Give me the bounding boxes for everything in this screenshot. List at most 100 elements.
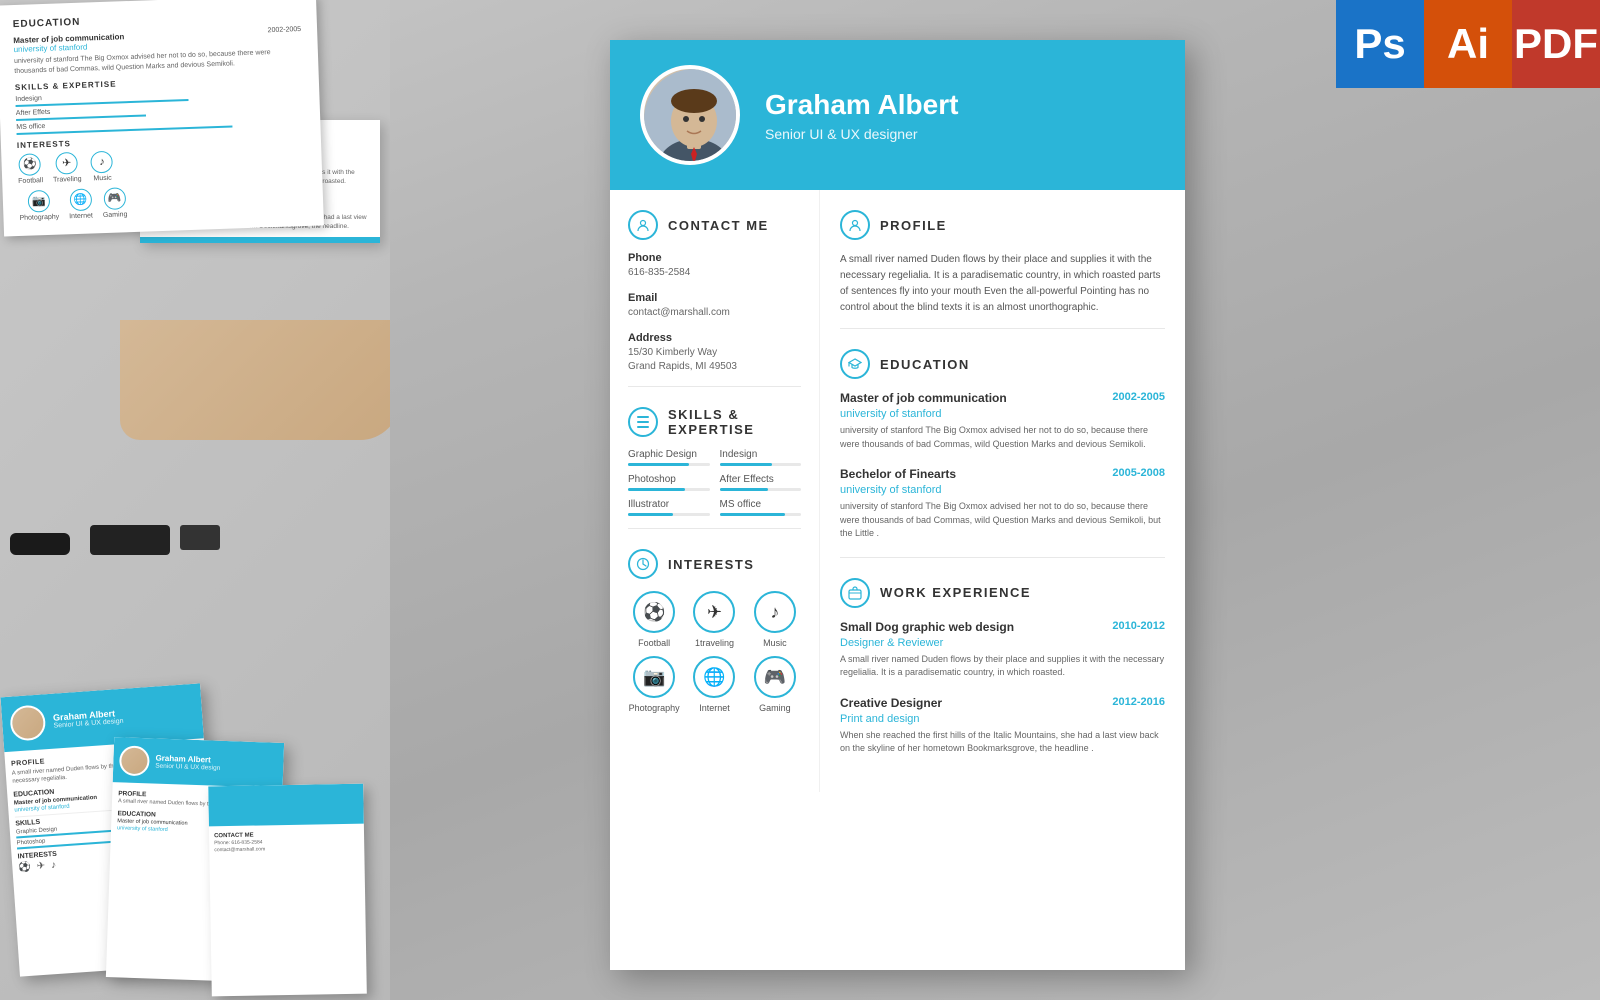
left-preview-area: EDUCATION Master of job communication 20… bbox=[0, 0, 390, 1000]
profile-icon bbox=[840, 210, 870, 240]
phone-value: 616-835-2584 bbox=[628, 266, 801, 280]
gaming-icon: 🎮 bbox=[103, 187, 126, 210]
address-line1: 15/30 Kimberly Way bbox=[628, 346, 801, 360]
work-1-desc: A small river named Duden flows by their… bbox=[840, 653, 1165, 680]
edu-1-degree: Master of job communication bbox=[840, 391, 1007, 405]
photography-icon: 📷 bbox=[633, 656, 675, 698]
desk-object-black bbox=[90, 525, 170, 555]
edu-1-year: 2002-2005 bbox=[1112, 391, 1165, 403]
profile-text: A small river named Duden flows by their… bbox=[840, 252, 1165, 316]
internet-icon: 🌐 bbox=[69, 188, 92, 211]
mini3-email: contact@marshall.com bbox=[214, 845, 359, 854]
edu-item-2: Bechelor of Finearts 2005-2008 universit… bbox=[840, 467, 1165, 541]
traveling-label: Traveling bbox=[53, 175, 82, 183]
interest-photography: 📷 Photography bbox=[19, 189, 60, 221]
mini-card-2-header: Graham Albert Senior UI & UX design bbox=[113, 737, 284, 788]
skill-il-fill bbox=[628, 513, 673, 516]
photography-label: Photography bbox=[629, 703, 680, 713]
work-section-header: WORK EXPERIENCE bbox=[840, 578, 1165, 608]
skill-id-fill bbox=[720, 463, 773, 466]
email-value: contact@marshall.com bbox=[628, 306, 801, 320]
interest-gaming: 🎮 Gaming bbox=[749, 656, 801, 713]
work-2-company: Print and design bbox=[840, 713, 1165, 725]
resume-name: Graham Albert bbox=[765, 89, 958, 121]
right-column: PROFILE A small river named Duden flows … bbox=[820, 190, 1185, 792]
contact-section-header: CONTACT ME bbox=[628, 210, 801, 240]
separator-2 bbox=[628, 528, 801, 529]
mini-int-3: ♪ bbox=[51, 860, 57, 871]
skill-illustrator: Illustrator bbox=[628, 499, 710, 516]
resume-body: CONTACT ME Phone 616-835-2584 Email cont… bbox=[610, 190, 1185, 792]
address-item: Address 15/30 Kimberly Way Grand Rapids,… bbox=[628, 332, 801, 374]
left-column: CONTACT ME Phone 616-835-2584 Email cont… bbox=[610, 190, 820, 792]
skill-row-2: Photoshop After Effects bbox=[628, 474, 801, 491]
work-item-2: Creative Designer 2012-2016 Print and de… bbox=[840, 696, 1165, 756]
work-2-title: Creative Designer bbox=[840, 696, 942, 710]
music-label: Music bbox=[763, 638, 787, 648]
skill-il-bg bbox=[628, 513, 710, 516]
internet-label: Internet bbox=[699, 703, 730, 713]
interest-internet: 🌐 Internet bbox=[688, 656, 740, 713]
work-title: WORK EXPERIENCE bbox=[880, 585, 1031, 600]
interest-traveling: ✈ Traveling bbox=[52, 151, 82, 183]
separator-3 bbox=[840, 328, 1165, 329]
skill-ae-bg bbox=[720, 488, 802, 491]
gaming-label: Gaming bbox=[103, 211, 128, 219]
mini-name-area-2: Graham Albert Senior UI & UX design bbox=[155, 753, 221, 771]
skill-ms-office: MS office bbox=[720, 499, 802, 516]
phone-label: Phone bbox=[628, 252, 801, 264]
football-label: Football bbox=[18, 177, 43, 185]
skill-ps-bg bbox=[628, 488, 710, 491]
music-icon: ♪ bbox=[91, 150, 114, 173]
mini-name-area-1: Graham Albert Senior UI & UX design bbox=[53, 708, 124, 730]
edu-2-degree: Bechelor of Finearts bbox=[840, 467, 956, 481]
gaming-icon: 🎮 bbox=[754, 656, 796, 698]
interest-football: ⚽ Football bbox=[17, 153, 43, 185]
skill-ps-fill bbox=[628, 488, 685, 491]
edu-2-year: 2005-2008 bbox=[1112, 467, 1165, 479]
interest-internet: 🌐 Internet bbox=[68, 188, 93, 220]
skills-title: SKILLS & EXPERTISE bbox=[668, 407, 801, 437]
master-years: 2002-2005 bbox=[268, 26, 302, 36]
mini-int-2: ✈ bbox=[36, 860, 45, 872]
skill-ae-name: After Effects bbox=[720, 474, 802, 485]
work-2-year: 2012-2016 bbox=[1112, 696, 1165, 708]
skill-row-3: Illustrator MS office bbox=[628, 499, 801, 516]
edu-2-school: university of stanford bbox=[840, 484, 1165, 496]
edu-1-school: university of stanford bbox=[840, 408, 1165, 420]
interests-title: INTERESTS bbox=[668, 557, 754, 572]
skill-gd-fill bbox=[628, 463, 689, 466]
profile-avatar bbox=[640, 65, 740, 165]
pdf-button[interactable]: PDF bbox=[1512, 0, 1600, 88]
desk-stapler bbox=[10, 533, 70, 555]
interests-section-header: INTERESTS bbox=[628, 549, 801, 579]
skill-il-name: Illustrator bbox=[628, 499, 710, 510]
contact-icon bbox=[628, 210, 658, 240]
education-section-header: EDUCATION bbox=[840, 349, 1165, 379]
interests-grid: ⚽ Football ✈ 1traveling ♪ Music 📷 Photog… bbox=[628, 591, 801, 713]
avatar-svg bbox=[644, 69, 740, 165]
interest-traveling: ✈ 1traveling bbox=[688, 591, 740, 648]
skill-id-bg bbox=[720, 463, 802, 466]
resume-title: Senior UI & UX designer bbox=[765, 126, 958, 142]
skills-icon bbox=[628, 407, 658, 437]
edu-1-header: Master of job communication 2002-2005 bbox=[840, 391, 1165, 405]
skill-photoshop: Photoshop bbox=[628, 474, 710, 491]
football-label: Football bbox=[638, 638, 670, 648]
traveling-icon: ✈ bbox=[693, 591, 735, 633]
mini-resume-card-3: CONTACT ME Phone: 616-835-2584 contact@m… bbox=[208, 784, 367, 997]
skill-ae-fill bbox=[720, 488, 769, 491]
interest-music: ♪ Music bbox=[91, 150, 114, 182]
main-resume: Graham Albert Senior UI & UX designer CO… bbox=[610, 40, 1185, 970]
work-1-header: Small Dog graphic web design 2010-2012 bbox=[840, 620, 1165, 634]
ai-button[interactable]: Ai bbox=[1424, 0, 1512, 88]
interest-gaming: 🎮 Gaming bbox=[102, 187, 128, 219]
profile-section-header: PROFILE bbox=[840, 210, 1165, 240]
header-info: Graham Albert Senior UI & UX designer bbox=[765, 89, 958, 142]
profile-title: PROFILE bbox=[880, 218, 947, 233]
skill-ms-name: MS office bbox=[720, 499, 802, 510]
skill-after-effects: After Effects bbox=[720, 474, 802, 491]
internet-label: Internet bbox=[69, 212, 93, 220]
education-title: EDUCATION bbox=[880, 357, 970, 372]
ps-button[interactable]: Ps bbox=[1336, 0, 1424, 88]
